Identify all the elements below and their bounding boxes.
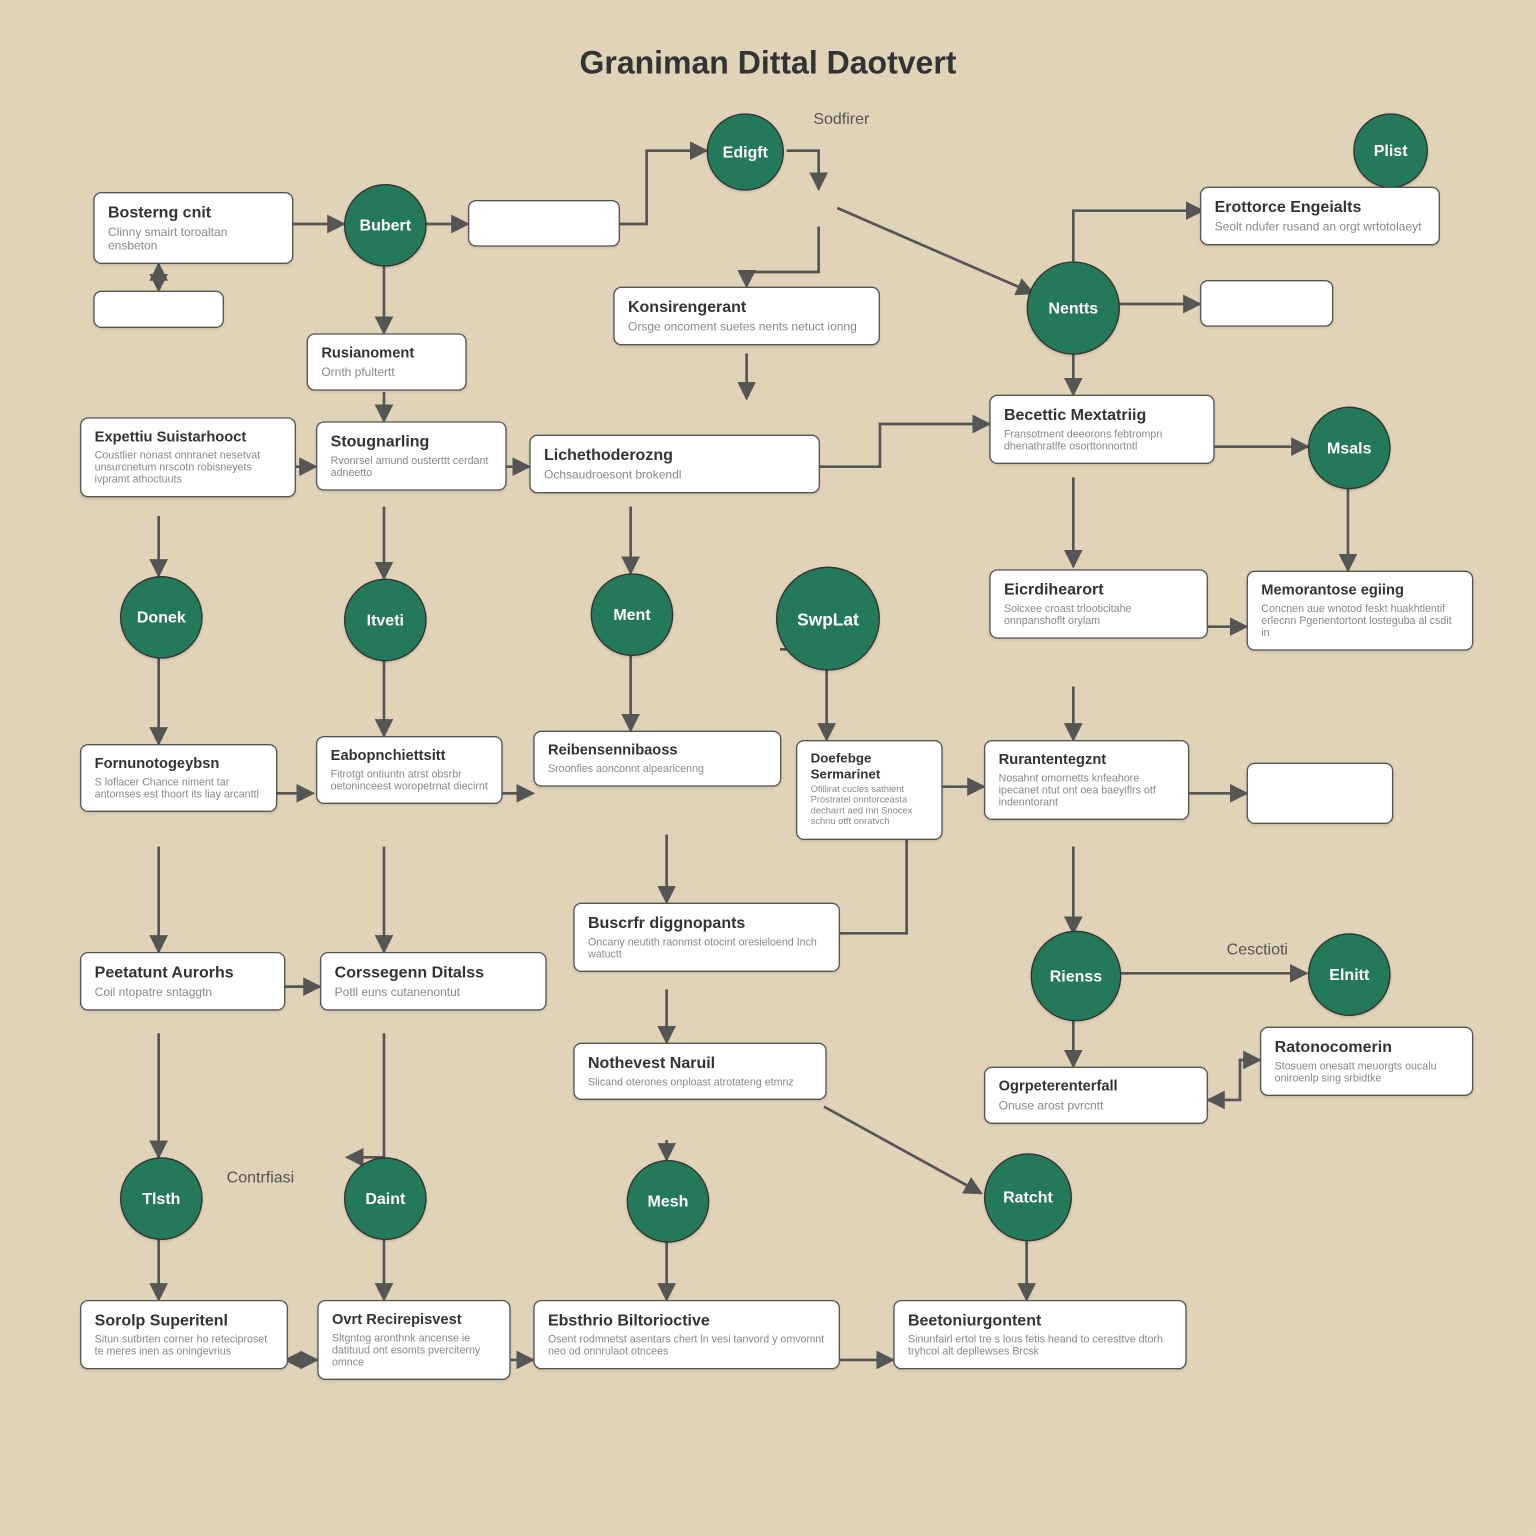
box-title: Ratonocomerin	[1275, 1039, 1459, 1057]
box-title: Eabopnchiettsitt	[331, 748, 488, 765]
box-desc: S loflacer Chance niment tar antomses es…	[95, 776, 263, 800]
node-bubert: Bubert	[344, 184, 427, 267]
box-title: Buscrfr diggnopants	[588, 915, 825, 933]
node-nentts: Nentts	[1027, 261, 1120, 354]
box-desc: Sinunfairl ertol tre s lous fetis heand …	[908, 1333, 1172, 1357]
box-peetatunt: Peetatunt Aurorhs Coil ntopatre sntaggtn	[80, 952, 285, 1011]
label-contrfiasi: Contrfiasi	[227, 1168, 295, 1187]
box-title: Beetoniurgontent	[908, 1312, 1172, 1330]
box-title: Expettiu Suistarhooct	[95, 429, 282, 446]
box-title: Bosterng cnit	[108, 204, 279, 222]
node-itveti: Itveti	[344, 579, 427, 662]
box-title: Memorantose egiing	[1261, 583, 1458, 600]
box-desc: Oncany neutith raonmst otocint oresieloe…	[588, 936, 825, 960]
box-rusianoment: Rusianoment Ornth pfultertt	[307, 333, 467, 390]
label-cesctioti: Cesctioti	[1227, 940, 1288, 959]
box-desc: Orsge oncoment suetes nents netuct ionng	[628, 320, 865, 334]
node-swplat: SwpLat	[776, 567, 880, 671]
box-desc: Fransotment deeorons febtrompn dhenathra…	[1004, 428, 1200, 452]
node-ratcht: Ratcht	[984, 1153, 1072, 1241]
box-title: Stougnarling	[331, 433, 492, 451]
node-edigft: Edigft	[707, 113, 784, 190]
box-becettic: Becettic Mextatriig Fransotment deeorons…	[989, 395, 1214, 465]
box-title: Ogrpeterenterfall	[999, 1079, 1194, 1096]
box-desc: Ofillirat cucles sathient Prostratel onn…	[811, 785, 928, 828]
box-title: Corssegenn Ditalss	[335, 964, 532, 982]
box-desc: Rvonrsel amund ousterttt cerdant adneett…	[331, 454, 492, 478]
box-desc: Potll euns cutanenontut	[335, 985, 532, 999]
box-erottorce: Erottorce Engeialts Seolt ndufer rusand …	[1200, 187, 1440, 246]
box-title: Reibensennibaoss	[548, 743, 767, 760]
box-title: Peetatunt Aurorhs	[95, 964, 271, 982]
node-ment: Ment	[591, 573, 674, 656]
box-spacer-a: .	[93, 291, 224, 328]
box-buscrfr: Buscrfr diggnopants Oncany neutith raonm…	[573, 903, 840, 973]
box-desc: Concnen aue wnotod feskt huakhtlentif er…	[1261, 602, 1458, 639]
box-desc: Onuse arost pvrcntt	[999, 1098, 1194, 1112]
box-beetoniurgontent: Beetoniurgontent Sinunfairl ertol tre s …	[893, 1300, 1186, 1370]
box-desc: Fitrotgt ontiuntn atrst obsrbr oetonince…	[331, 768, 488, 792]
box-title: Sorolp Superitenl	[95, 1312, 274, 1330]
box-desc: Stosuem onesatt meuorgts oucalu oniroenl…	[1275, 1060, 1459, 1084]
box-desc: Sltgntog aronthnk ancense ie datituud on…	[332, 1331, 496, 1368]
label-sodfirer: Sodfirer	[813, 109, 869, 128]
node-elnitt: Elnitt	[1308, 933, 1391, 1016]
box-title: Eicrdihearort	[1004, 581, 1193, 599]
box-arrow-spacer-1: .	[468, 200, 620, 247]
box-stougnarling: Stougnarling Rvonrsel amund ousterttt ce…	[316, 421, 507, 491]
box-title: Fornunotogeybsn	[95, 756, 263, 773]
box-desc: Situn sutbrten corner ho reteciproset te…	[95, 1333, 274, 1357]
box-desc: Slicand oterones onploast atrotateng etm…	[588, 1076, 812, 1088]
box-title: Rusianoment	[321, 345, 452, 362]
box-desc: Clinny smairt toroaltan ensbeton	[108, 225, 279, 253]
node-msals: Msals	[1308, 407, 1391, 490]
box-desc: Coustlier nonast onnranet nesetvat unsur…	[95, 449, 282, 486]
box-desc: Soicxee croast trlooticitahe onnpanshofl…	[1004, 602, 1193, 626]
box-title: Ebsthrio Biltorioctive	[548, 1312, 825, 1330]
box-spacer-b: .	[1200, 280, 1333, 327]
node-plist: Plist	[1353, 113, 1428, 188]
box-title: Konsirengerant	[628, 299, 865, 317]
node-mesh: Mesh	[627, 1160, 710, 1243]
box-ebsthrio: Ebsthrio Biltorioctive Osent rodmnetst a…	[533, 1300, 840, 1370]
box-title: Becettic Mextatriig	[1004, 407, 1200, 425]
node-donek: Donek	[120, 576, 203, 659]
box-rurantentegznt: Rurantentegznt Nosahnt omornetts knfeaho…	[984, 740, 1189, 820]
box-title: Nothevest Naruil	[588, 1055, 812, 1073]
box-ovrt: Ovrt Recirepisvest Sltgntog aronthnk anc…	[317, 1300, 510, 1380]
node-daint: Daint	[344, 1157, 427, 1240]
box-spacer-c: .	[1247, 763, 1394, 824]
box-konsirengerant: Konsirengerant Orsge oncoment suetes nen…	[613, 287, 880, 346]
box-title: Lichethoderozng	[544, 447, 805, 465]
box-lichethoderozng: Lichethoderozng Ochsaudroesont brokendl	[529, 435, 820, 494]
box-desc: Ochsaudroesont brokendl	[544, 468, 805, 482]
box-desc: Seolt ndufer rusand an orgt wrtotolaeyt	[1215, 220, 1426, 234]
node-tlsth: Tlsth	[120, 1157, 203, 1240]
box-desc: Osent rodmnetst asentars chert ln vesi t…	[548, 1333, 825, 1357]
box-title: Ovrt Recirepisvest	[332, 1312, 496, 1329]
box-expettiu: Expettiu Suistarhooct Coustlier nonast o…	[80, 417, 296, 497]
box-eabopnchiettsitt: Eabopnchiettsitt Fitrotgt ontiuntn atrst…	[316, 736, 503, 804]
box-title: Doefebge Sermarinet	[811, 752, 928, 783]
box-title: Rurantentegznt	[999, 752, 1175, 769]
box-doefebge: Doefebge Sermarinet Ofillirat cucles sat…	[796, 740, 943, 840]
box-ratonocomerin: Ratonocomerin Stosuem onesatt meuorgts o…	[1260, 1027, 1473, 1097]
box-sorolp: Sorolp Superitenl Situn sutbrten corner …	[80, 1300, 288, 1370]
box-desc: Sroonfies aonconnt alpearicenng	[548, 762, 767, 774]
box-desc: Nosahnt omornetts knfeahore ipecanet ntu…	[999, 772, 1175, 809]
box-ogrpeterenterfall: Ogrpeterenterfall Onuse arost pvrcntt	[984, 1067, 1208, 1124]
box-corssegenn: Corssegenn Ditalss Potll euns cutanenont…	[320, 952, 547, 1011]
box-bosterng: Bosterng cnit Clinny smairt toroaltan en…	[93, 192, 293, 265]
box-fornunotogeybsn: Fornunotogeybsn S loflacer Chance niment…	[80, 744, 277, 812]
box-title: Erottorce Engeialts	[1215, 199, 1426, 217]
box-desc: Ornth pfultertt	[321, 365, 452, 379]
box-desc: Coil ntopatre sntaggtn	[95, 985, 271, 999]
box-eicrdihearort: Eicrdihearort Soicxee croast trlooticita…	[989, 569, 1208, 639]
box-nothevest: Nothevest Naruil Slicand oterones onploa…	[573, 1043, 826, 1100]
box-reibensennibaoss: Reibensennibaoss Sroonfies aonconnt alpe…	[533, 731, 781, 787]
node-rienss: Rienss	[1031, 931, 1122, 1022]
diagram-title: Graniman Dittal Daotvert	[0, 45, 1536, 82]
box-memorantose: Memorantose egiing Concnen aue wnotod fe…	[1247, 571, 1474, 651]
